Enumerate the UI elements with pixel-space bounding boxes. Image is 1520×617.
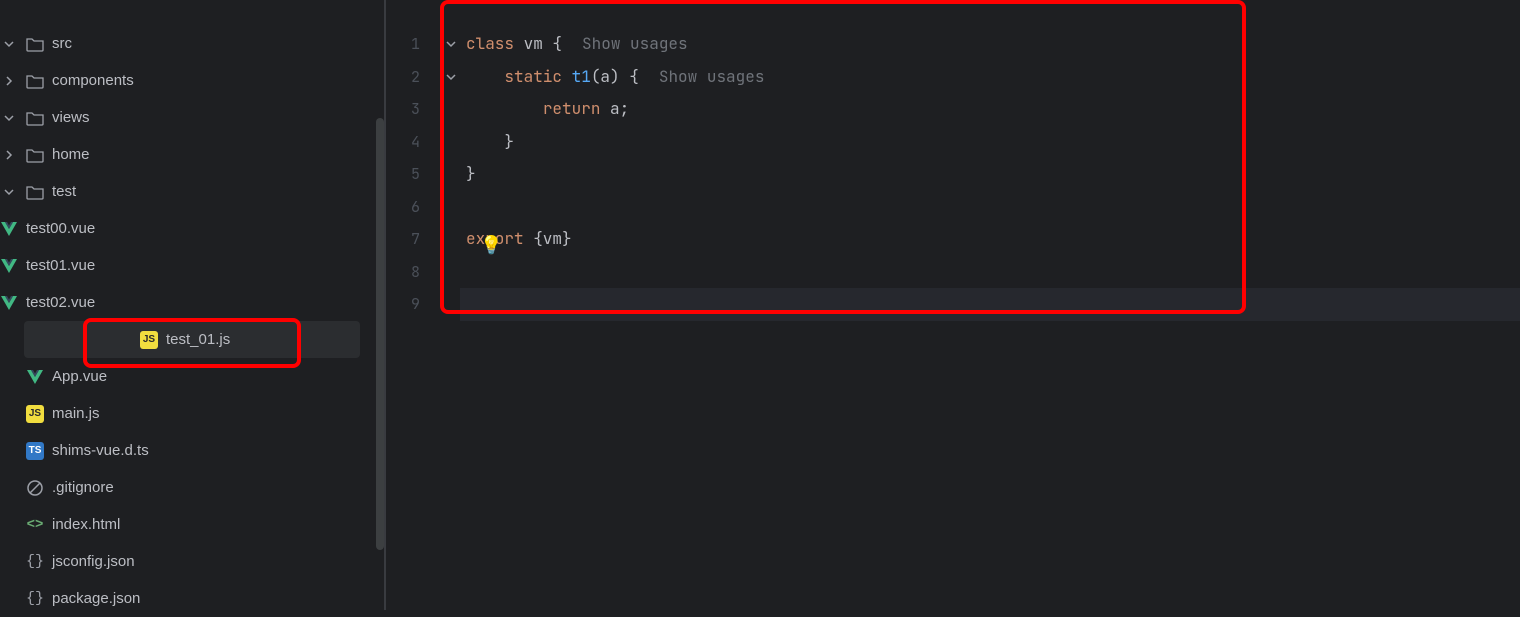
tree-label: App.vue [52, 368, 107, 385]
tree-label: package.json [52, 590, 140, 607]
tree-file-shims[interactable]: TS shims-vue.d.ts [0, 432, 384, 469]
code-editor[interactable]: 1 2 3 4 5 6 7 8 9 class vm {Show usages … [386, 0, 1520, 610]
usages-hint[interactable]: Show usages [659, 66, 765, 87]
code-line: } [460, 126, 1520, 159]
vue-icon [0, 257, 18, 275]
code-line: return a; [460, 93, 1520, 126]
tree-label: test00.vue [26, 220, 95, 237]
line-number: 4 [386, 126, 442, 159]
code-line [460, 191, 1520, 224]
tree-folder-components[interactable]: components [0, 62, 384, 99]
tree-file-gitignore[interactable]: .gitignore [0, 469, 384, 506]
ts-icon: TS [26, 442, 44, 460]
line-number: 3 [386, 93, 442, 126]
tree-label: test [52, 183, 76, 200]
code-line: static t1(a) {Show usages [460, 61, 1520, 94]
line-number: 2 [386, 61, 442, 94]
line-number: 1 [386, 28, 442, 61]
tree-label: jsconfig.json [52, 553, 135, 570]
js-icon: JS [140, 331, 158, 349]
tree-file-jsconfig[interactable]: {} jsconfig.json [0, 543, 384, 580]
tree-label: test_01.js [166, 331, 230, 348]
vue-icon [0, 220, 18, 238]
tree-label: home [52, 146, 90, 163]
fold-gutter [442, 0, 460, 610]
folder-icon [26, 146, 44, 164]
chevron-down-icon [0, 109, 18, 127]
line-number: 7 [386, 223, 442, 256]
code-line [460, 256, 1520, 289]
code-line: } [460, 158, 1520, 191]
fold-toggle[interactable] [442, 61, 460, 94]
tree-label: components [52, 72, 134, 89]
vue-icon [0, 294, 18, 312]
tree-label: views [52, 109, 90, 126]
line-number: 5 [386, 158, 442, 191]
line-number: 9 [386, 288, 442, 321]
folder-icon [26, 72, 44, 90]
tree-folder-home[interactable]: home [0, 136, 384, 173]
tree-folder-src[interactable]: src [0, 25, 384, 62]
folder-icon [26, 109, 44, 127]
chevron-down-icon [0, 35, 18, 53]
tree-label: .gitignore [52, 479, 114, 496]
code-line: class vm {Show usages [460, 28, 1520, 61]
code-line: export {vm} [460, 223, 1520, 256]
tree-file-test02[interactable]: test02.vue [0, 284, 384, 321]
folder-icon [26, 183, 44, 201]
tree-file-index-html[interactable]: <> index.html [0, 506, 384, 543]
vue-icon [26, 368, 44, 386]
tree-label: test02.vue [26, 294, 95, 311]
usages-hint[interactable]: Show usages [582, 33, 688, 54]
fold-toggle[interactable] [442, 28, 460, 61]
file-tree-sidebar[interactable]: src components views home test test00.vu… [0, 0, 384, 610]
chevron-right-icon [0, 146, 18, 164]
line-number-gutter: 1 2 3 4 5 6 7 8 9 [386, 0, 442, 610]
tree-file-app-vue[interactable]: App.vue [0, 358, 384, 395]
tree-folder-test[interactable]: test [0, 173, 384, 210]
line-number: 8 [386, 256, 442, 289]
json-icon: {} [26, 553, 44, 571]
intention-bulb-icon[interactable]: 💡 [480, 234, 502, 257]
tree-file-test01[interactable]: test01.vue [0, 247, 384, 284]
tree-label: src [52, 35, 72, 52]
tree-file-test00[interactable]: test00.vue [0, 210, 384, 247]
code-content[interactable]: class vm {Show usages static t1(a) {Show… [460, 0, 1520, 610]
tree-folder-views[interactable]: views [0, 99, 384, 136]
tree-file-package[interactable]: {} package.json [0, 580, 384, 617]
json-icon: {} [26, 590, 44, 608]
tree-label: shims-vue.d.ts [52, 442, 149, 459]
line-number: 6 [386, 191, 442, 224]
tree-label: main.js [52, 405, 100, 422]
js-icon: JS [26, 405, 44, 423]
ignore-icon [26, 479, 44, 497]
folder-icon [26, 35, 44, 53]
code-line-current [460, 288, 1520, 321]
tree-file-main-js[interactable]: JS main.js [0, 395, 384, 432]
tree-label: index.html [52, 516, 120, 533]
sidebar-scrollbar[interactable] [376, 118, 384, 550]
tree-label: test01.vue [26, 257, 95, 274]
tree-file-test-01-js[interactable]: JS test_01.js [24, 321, 360, 358]
chevron-right-icon [0, 72, 18, 90]
html-icon: <> [26, 516, 44, 534]
chevron-down-icon [0, 183, 18, 201]
